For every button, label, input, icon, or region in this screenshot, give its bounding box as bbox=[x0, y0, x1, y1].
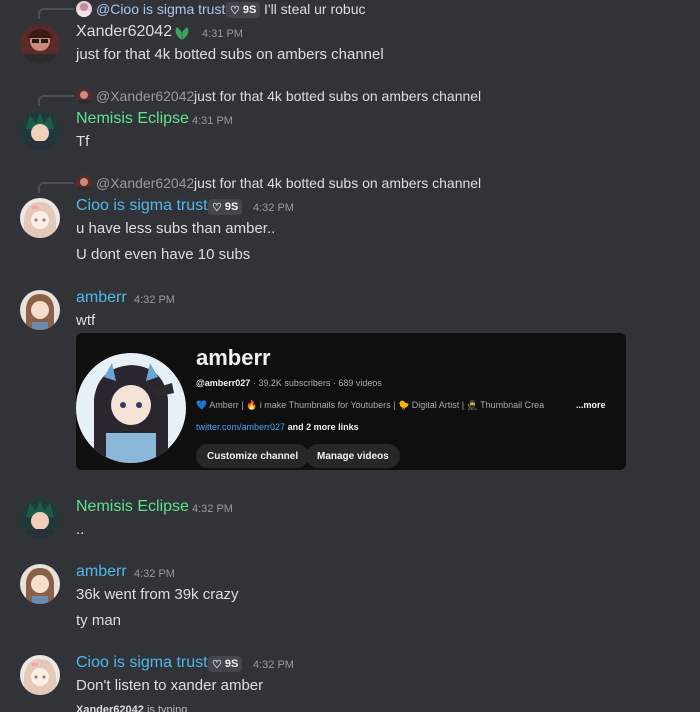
role-tag[interactable]: ♡ 9S bbox=[226, 2, 261, 18]
role-tag[interactable]: ♡ 9S bbox=[208, 199, 243, 215]
avatar[interactable] bbox=[20, 499, 60, 539]
avatar[interactable] bbox=[20, 24, 60, 64]
channel-link[interactable]: twitter.com/amberr027 bbox=[196, 422, 285, 432]
message-text: Don't listen to xander amber bbox=[76, 677, 264, 694]
timestamp: 4:31 PM bbox=[192, 115, 233, 127]
channel-handle: @amberr027 bbox=[196, 378, 251, 388]
username[interactable]: Cioo is sigma trust bbox=[76, 654, 208, 672]
reply-avatar[interactable] bbox=[76, 1, 92, 17]
avatar[interactable] bbox=[20, 198, 60, 238]
message-text: wtf bbox=[76, 312, 96, 329]
reply-spine bbox=[38, 8, 74, 19]
message-text: ty man bbox=[76, 612, 122, 629]
typing-indicator: Xander62042 is typing bbox=[76, 704, 187, 712]
reply-avatar[interactable] bbox=[76, 88, 92, 104]
typing-text: is typing bbox=[146, 704, 188, 712]
reply-text[interactable]: just for that 4k botted subs on ambers c… bbox=[194, 88, 481, 104]
heart-icon: ♡ bbox=[230, 4, 240, 17]
avatar[interactable] bbox=[20, 655, 60, 695]
username[interactable]: Xander62042 bbox=[76, 23, 172, 41]
message-text: u have less subs than amber.. bbox=[76, 220, 276, 237]
typing-dots-icon bbox=[28, 706, 55, 712]
more-links[interactable]: and 2 more links bbox=[288, 422, 359, 432]
avatar[interactable] bbox=[20, 111, 60, 151]
timestamp: 4:32 PM bbox=[253, 659, 294, 671]
username[interactable]: Nemisis Eclipse bbox=[76, 498, 189, 516]
avatar[interactable] bbox=[20, 564, 60, 604]
timestamp: 4:32 PM bbox=[134, 294, 175, 306]
timestamp: 4:32 PM bbox=[134, 568, 175, 580]
channel-stats: · 39.2K subscribers · 689 videos bbox=[252, 378, 382, 388]
message-text: Tf bbox=[76, 133, 90, 150]
customize-channel-button[interactable]: Customize channel bbox=[196, 444, 310, 468]
manage-videos-button[interactable]: Manage videos bbox=[306, 444, 400, 468]
reply-text[interactable]: I'll steal ur robuc bbox=[264, 1, 366, 17]
channel-links: twitter.com/amberr027 and 2 more links bbox=[196, 422, 359, 432]
role-tag[interactable]: ♡ 9S bbox=[208, 656, 243, 672]
reply-author[interactable]: @Xander62042 bbox=[96, 175, 194, 191]
reply-author[interactable]: @Xander62042 bbox=[96, 88, 194, 104]
typing-user: Xander62042 bbox=[76, 704, 144, 712]
username[interactable]: Cioo is sigma trust bbox=[76, 197, 208, 215]
message-text: U dont even have 10 subs bbox=[76, 246, 251, 263]
avatar[interactable] bbox=[20, 290, 60, 330]
message-text: .. bbox=[76, 521, 85, 538]
leaf-badge-icon[interactable] bbox=[173, 24, 191, 46]
timestamp: 4:32 PM bbox=[253, 202, 294, 214]
tag-label: 9S bbox=[224, 658, 239, 670]
more-link[interactable]: ...more bbox=[576, 400, 606, 410]
reply-spine bbox=[38, 182, 74, 193]
channel-name[interactable]: amberr bbox=[196, 345, 271, 371]
reply-text[interactable]: just for that 4k botted subs on ambers c… bbox=[194, 175, 481, 191]
tag-label: 9S bbox=[224, 201, 239, 213]
username[interactable]: amberr bbox=[76, 289, 127, 307]
reply-author[interactable]: @Cioo is sigma trust bbox=[96, 1, 225, 17]
channel-meta: @amberr027 · 39.2K subscribers · 689 vid… bbox=[196, 378, 382, 388]
heart-icon: ♡ bbox=[212, 201, 222, 214]
tag-label: 9S bbox=[242, 4, 257, 16]
channel-avatar[interactable] bbox=[76, 353, 186, 463]
message-text: just for that 4k botted subs on ambers c… bbox=[76, 46, 384, 63]
channel-description: 💙 Amberr | 🔥 i make Thumbnails for Youtu… bbox=[196, 400, 545, 410]
message-text: 36k went from 39k crazy bbox=[76, 586, 239, 603]
heart-icon: ♡ bbox=[212, 658, 222, 671]
username[interactable]: Nemisis Eclipse bbox=[76, 110, 189, 128]
reply-spine bbox=[38, 95, 74, 106]
timestamp: 4:32 PM bbox=[192, 503, 233, 515]
reply-avatar[interactable] bbox=[76, 175, 92, 191]
timestamp: 4:31 PM bbox=[202, 28, 243, 40]
username[interactable]: amberr bbox=[76, 563, 127, 581]
